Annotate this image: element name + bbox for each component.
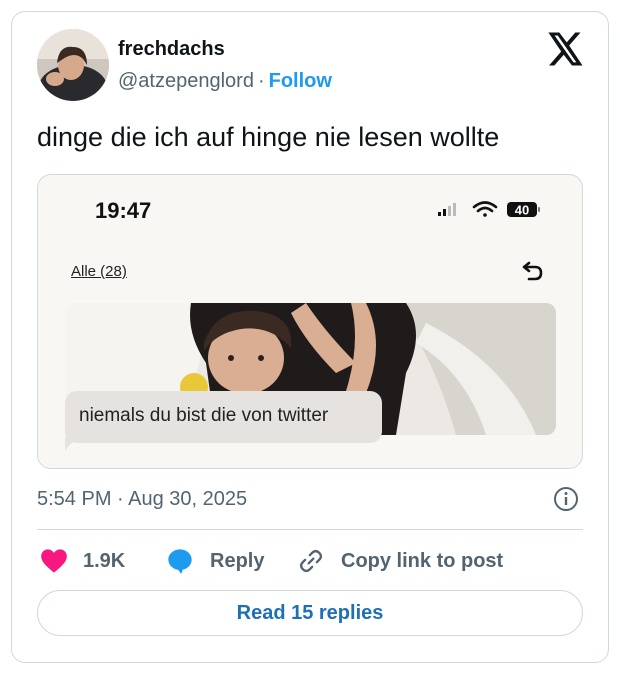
like-button[interactable]: 1.9K bbox=[40, 546, 125, 576]
tweet-text: dinge die ich auf hinge nie lesen wollte bbox=[37, 122, 500, 152]
chat-bubble-icon bbox=[168, 549, 192, 574]
heart-icon bbox=[41, 549, 67, 573]
x-logo-icon[interactable] bbox=[548, 32, 584, 66]
author-handle[interactable]: @atzepenglord bbox=[118, 70, 254, 92]
battery-level: 40 bbox=[515, 203, 529, 218]
reply-arrow-icon[interactable] bbox=[520, 259, 546, 285]
bubble-tail bbox=[65, 437, 83, 451]
avatar[interactable] bbox=[37, 29, 109, 101]
author-handle-row: @atzepenglord · Follow bbox=[118, 70, 332, 93]
link-icon bbox=[299, 549, 323, 573]
info-icon[interactable] bbox=[553, 486, 579, 512]
tweet-media-screenshot[interactable]: 19:47 40 Alle (28) niemals du bist die v… bbox=[37, 174, 583, 469]
reply-button[interactable]: Reply bbox=[166, 546, 264, 576]
battery-icon: 40 bbox=[507, 202, 540, 218]
tweet-timestamp[interactable]: 5:54 PM · Aug 30, 2025 bbox=[37, 488, 247, 511]
wifi-icon bbox=[472, 201, 498, 217]
author-display-name[interactable]: frechdachs bbox=[118, 38, 225, 61]
follow-link[interactable]: Follow bbox=[269, 70, 332, 92]
reply-label: Reply bbox=[210, 549, 265, 572]
status-bar-icons: 40 bbox=[438, 201, 540, 218]
message-bubble: niemals du bist die von twitter bbox=[65, 391, 382, 443]
signal-icon bbox=[438, 203, 456, 216]
phone-status-time: 19:47 bbox=[95, 198, 152, 223]
divider bbox=[37, 529, 583, 530]
like-count: 1.9K bbox=[83, 549, 126, 572]
read-replies-button[interactable]: Read 15 replies bbox=[37, 590, 583, 636]
separator-dot: · bbox=[257, 70, 265, 92]
alle-link[interactable]: Alle (28) bbox=[71, 263, 127, 280]
copy-link-button[interactable]: Copy link to post bbox=[297, 546, 503, 576]
copy-link-label: Copy link to post bbox=[341, 549, 504, 572]
